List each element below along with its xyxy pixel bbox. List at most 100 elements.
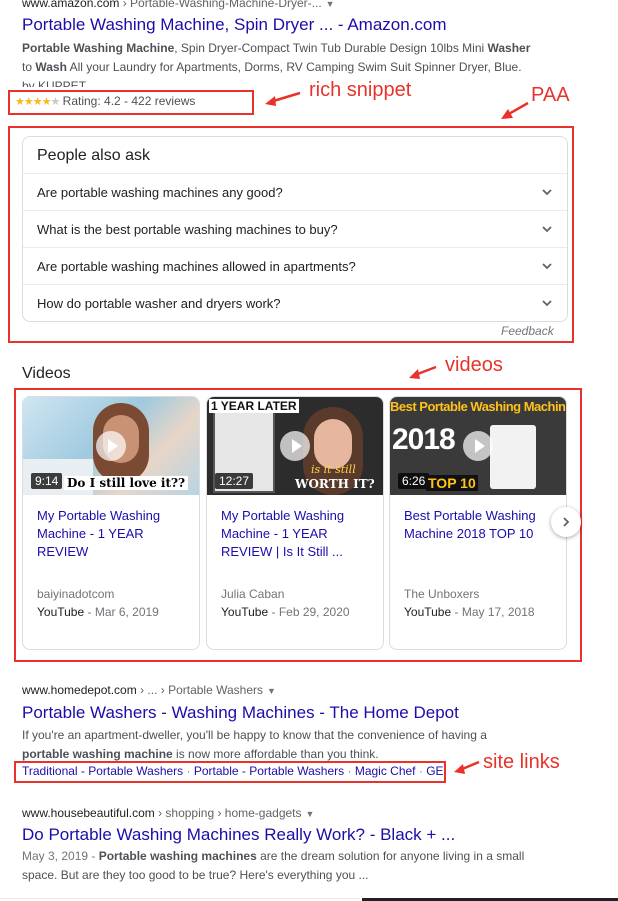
result-3-options-caret-icon[interactable]: ▼: [306, 809, 315, 819]
paa-question[interactable]: How do portable washer and dryers work?: [23, 284, 567, 321]
video-platform: YouTube: [221, 605, 269, 619]
video-platform: YouTube: [404, 605, 452, 619]
paa-question-text: Are portable washing machines allowed in…: [37, 258, 356, 274]
divider: [0, 898, 360, 899]
result-2-url[interactable]: www.homedepot.com › ... › Portable Washe…: [22, 683, 276, 697]
video-card[interactable]: Best Portable Washing Machine 2018 6:26 …: [389, 396, 567, 650]
paa-question[interactable]: What is the best portable washing machin…: [23, 210, 567, 247]
snippet-text: All your Laundry for Apartments, Dorms, …: [66, 60, 522, 74]
feedback-link[interactable]: Feedback: [501, 324, 554, 338]
result-3-snippet: May 3, 2019 - Portable washing machines …: [22, 847, 582, 885]
video-source: YouTube - May 17, 2018: [390, 601, 566, 619]
chevron-down-icon[interactable]: [541, 186, 553, 198]
video-date: - May 17, 2018: [451, 605, 535, 619]
video-title[interactable]: My Portable Washing Machine - 1 YEAR REV…: [207, 495, 383, 587]
sitelink-separator: ·: [183, 764, 194, 778]
chevron-down-icon[interactable]: [541, 260, 553, 272]
paa-question[interactable]: Are portable washing machines allowed in…: [23, 247, 567, 284]
video-thumbnail[interactable]: 1 YEAR LATER 12:27 is it still WORTH IT?: [207, 397, 383, 495]
videos-heading: Videos: [22, 365, 71, 382]
video-platform: YouTube: [37, 605, 85, 619]
play-icon: [463, 431, 493, 461]
snippet-text: is now more affordable than you think.: [172, 747, 379, 761]
paa-question[interactable]: Are portable washing machines any good?: [23, 173, 567, 210]
video-card[interactable]: 1 YEAR LATER 12:27 is it still WORTH IT?…: [206, 396, 384, 650]
snippet-text: are the dream solution for anyone living…: [256, 849, 525, 863]
video-duration: 9:14: [31, 473, 63, 489]
result-3-title[interactable]: Do Portable Washing Machines Really Work…: [22, 824, 455, 846]
result-1-url[interactable]: www.amazon.com › Portable-Washing-Machin…: [22, 0, 335, 10]
result-1-options-caret-icon[interactable]: ▼: [326, 0, 335, 9]
sitelink[interactable]: Traditional - Portable Washers: [22, 764, 183, 778]
snippet-text: If you're an apartment-dweller, you'll b…: [22, 728, 487, 742]
snippet-bold: portable washing machine: [22, 747, 173, 761]
video-duration: 6:26: [398, 473, 430, 489]
snippet-bold: Wash: [35, 60, 67, 74]
annotation-paa: PAA: [531, 84, 570, 106]
arrow-icon: [501, 101, 529, 119]
result-1-snippet: Portable Washing Machine, Spin Dryer-Com…: [22, 39, 582, 87]
thumbnail-caption: is it still: [311, 463, 356, 476]
result-2-options-caret-icon[interactable]: ▼: [267, 686, 276, 696]
arrow-icon: [454, 760, 480, 774]
stars-filled: ★★★★: [15, 96, 51, 108]
paa-question-text: Are portable washing machines any good?: [37, 184, 283, 200]
result-3-domain: www.housebeautiful.com: [22, 806, 155, 820]
thumbnail-caption: Best Portable Washing Machine: [390, 399, 566, 414]
result-1-path: › Portable-Washing-Machine-Dryer-...: [119, 0, 322, 10]
snippet-byline: by KUPPET: [22, 79, 87, 87]
thumbnail-caption: WORTH IT?: [295, 477, 375, 491]
result-1-title[interactable]: Portable Washing Machine, Spin Dryer ...…: [22, 14, 447, 36]
chevron-down-icon[interactable]: [541, 297, 553, 309]
video-channel: The Unboxers: [404, 587, 480, 601]
video-channel: baiyinadotcom: [37, 587, 115, 601]
annotation-videos: videos: [445, 354, 503, 376]
paa-question-text: What is the best portable washing machin…: [37, 221, 338, 237]
thumbnail-caption: TOP 10: [426, 475, 478, 491]
result-3-path: › shopping › home-gadgets: [154, 806, 302, 820]
thumbnail-caption: 2018: [392, 423, 456, 456]
face-image: [314, 419, 352, 469]
chevron-right-icon: [563, 517, 570, 527]
paa-question-text: How do portable washer and dryers work?: [37, 295, 281, 311]
result-2-domain: www.homedepot.com: [22, 683, 137, 697]
rating-row: ★★★★★ Rating: 4.2 - 422 reviews: [15, 92, 195, 112]
play-icon: [96, 431, 126, 461]
video-thumbnail[interactable]: Best Portable Washing Machine 2018 6:26 …: [390, 397, 566, 495]
snippet-date: May 3, 2019 -: [22, 849, 99, 863]
video-source: YouTube - Feb 29, 2020: [207, 601, 383, 619]
rating-stars-icon: ★★★★★: [15, 96, 60, 108]
result-3-url[interactable]: www.housebeautiful.com › shopping › home…: [22, 806, 314, 820]
snippet-bold: Washer: [487, 41, 531, 55]
video-date: - Feb 29, 2020: [268, 605, 350, 619]
sitelink-separator: ·: [415, 764, 427, 778]
snippet-text: , Spin Dryer-Compact Twin Tub Durable De…: [174, 41, 488, 55]
video-date: - Mar 6, 2019: [84, 605, 159, 619]
video-card[interactable]: 9:14 Do I still love it?? My Portable Wa…: [22, 396, 200, 650]
sitelink-separator: ·: [344, 764, 355, 778]
washer-image: [490, 425, 536, 489]
people-also-ask: People also ask Are portable washing mac…: [22, 136, 568, 322]
snippet-text: to: [22, 60, 36, 74]
carousel-next-button[interactable]: [551, 507, 581, 537]
rating-text: Rating: 4.2 - 422 reviews: [62, 94, 196, 108]
sitelinks-row: Traditional - Portable Washers · Portabl…: [22, 764, 444, 778]
thumbnail-caption: 1 YEAR LATER: [209, 399, 299, 413]
result-1-domain: www.amazon.com: [22, 0, 120, 10]
video-title[interactable]: My Portable Washing Machine - 1 YEAR REV…: [23, 495, 199, 587]
video-thumbnail[interactable]: 9:14 Do I still love it??: [23, 397, 199, 495]
video-title[interactable]: Best Portable Washing Machine 2018 TOP 1…: [390, 495, 566, 587]
sitelink[interactable]: Portable - Portable Washers: [194, 764, 344, 778]
sitelink[interactable]: GE: [426, 764, 443, 778]
annotation-rich-snippet: rich snippet: [309, 79, 412, 101]
video-source: YouTube - Mar 6, 2019: [23, 601, 199, 619]
chevron-down-icon[interactable]: [541, 223, 553, 235]
stars-empty: ★: [50, 96, 60, 108]
video-channel: Julia Caban: [221, 587, 285, 601]
thumbnail-caption: Do I still love it??: [64, 476, 189, 490]
play-icon: [280, 431, 310, 461]
sitelink[interactable]: Magic Chef: [355, 764, 416, 778]
snippet-bold: Portable Washing Machine: [22, 41, 175, 55]
result-2-title[interactable]: Portable Washers - Washing Machines - Th…: [22, 702, 459, 724]
result-2-path: › ... › Portable Washers: [136, 683, 263, 697]
